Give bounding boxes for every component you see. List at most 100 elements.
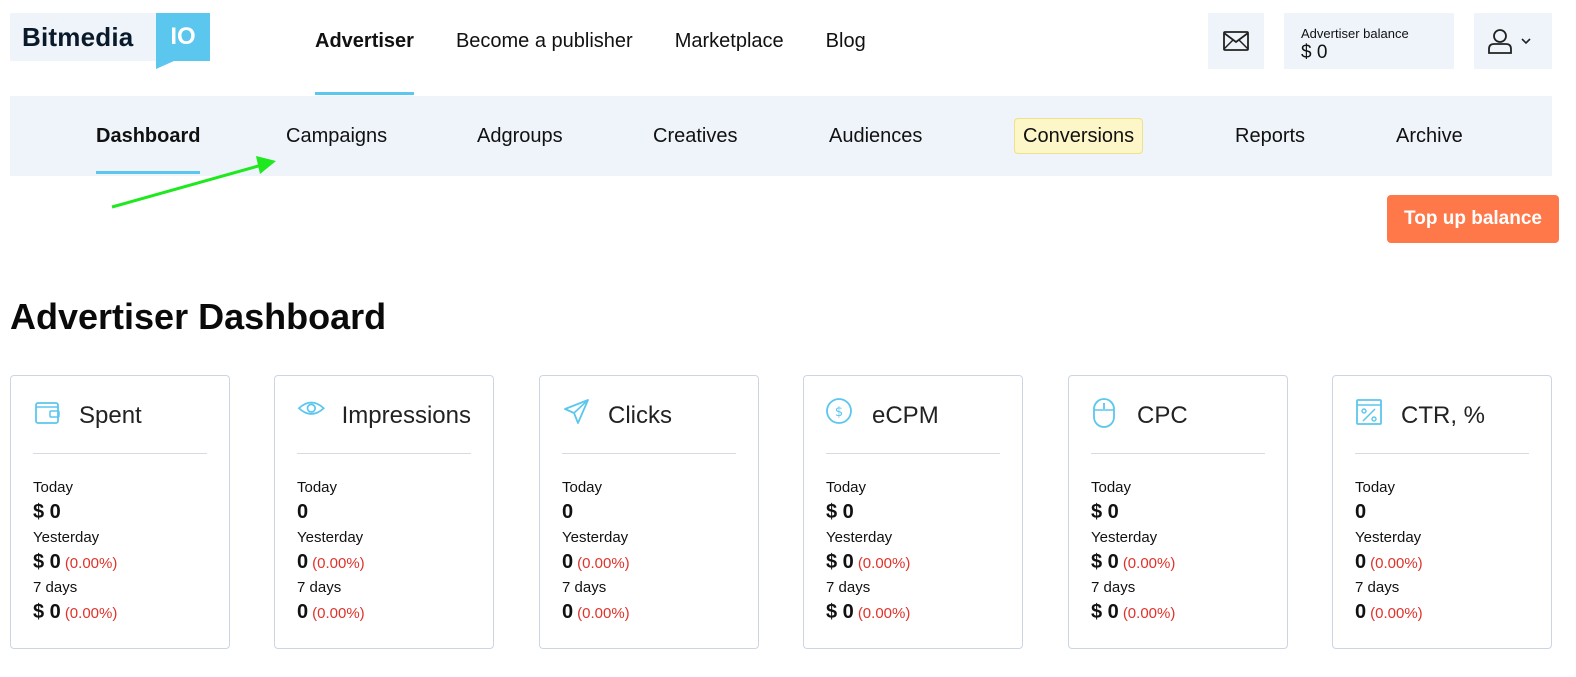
topnav-marketplace[interactable]: Marketplace	[675, 0, 784, 96]
stat-card-cpc: CPC Today $ 0 Yesterday $ 0 (0.00%) 7 day…	[1068, 375, 1288, 649]
messages-button[interactable]	[1208, 13, 1264, 69]
label-yesterday: Yesterday	[826, 529, 893, 546]
label-today: Today	[1355, 479, 1396, 496]
value-today-text: 0	[297, 501, 309, 523]
value-yesterday-text: $ 0	[33, 551, 61, 573]
value-yesterday: $ 0 (0.00%)	[1091, 547, 1175, 579]
card-header: Clicks	[562, 398, 736, 454]
label-7-days: 7 days	[1091, 579, 1136, 596]
topnav-blog[interactable]: Blog	[826, 0, 866, 96]
topnav-become-publisher[interactable]: Become a publisher	[456, 0, 633, 96]
tab-campaigns[interactable]: Campaigns	[286, 96, 387, 176]
balance-label: Advertiser balance	[1301, 26, 1409, 41]
value-today: $ 0	[1091, 497, 1175, 529]
label-yesterday: Yesterday	[297, 529, 364, 546]
wallet-icon	[35, 402, 60, 424]
user-menu-button[interactable]	[1474, 13, 1552, 69]
label-7-days: 7 days	[1355, 579, 1400, 596]
value-7-days: $ 0 (0.00%)	[1091, 597, 1175, 629]
card-title: Clicks	[608, 402, 672, 429]
change-7-days: (0.00%)	[857, 605, 911, 622]
change-7-days: (0.00%)	[312, 605, 365, 622]
card-body: Today 0 Yesterday 0 (0.00%) 7 days 0 (0.00…	[1355, 479, 1423, 629]
change-yesterday: (0.00%)	[1122, 555, 1176, 572]
change-yesterday: (0.00%)	[64, 555, 118, 572]
value-today-text: 0	[562, 501, 574, 523]
change-7-days: (0.00%)	[577, 605, 630, 622]
card-title: Impressions	[341, 402, 471, 429]
label-today: Today	[33, 479, 74, 496]
value-7-days: $ 0 (0.00%)	[826, 597, 910, 629]
label-7-days: 7 days	[826, 579, 871, 596]
advertiser-balance[interactable]: Advertiser balance $ 0	[1284, 13, 1454, 69]
value-today-text: $ 0	[1091, 501, 1119, 523]
card-header: Spent	[33, 398, 207, 454]
tab-archive[interactable]: Archive	[1396, 96, 1463, 176]
label-yesterday: Yesterday	[1355, 529, 1422, 546]
change-7-days: (0.00%)	[1370, 605, 1423, 622]
stat-card-ctr: CTR, % Today 0 Yesterday 0 (0.00%) 7 days…	[1332, 375, 1552, 649]
card-body: Today $ 0 Yesterday $ 0 (0.00%) 7 days $ …	[826, 479, 910, 629]
tab-conversions[interactable]: Conversions	[1014, 96, 1144, 176]
change-yesterday: (0.00%)	[577, 555, 630, 572]
label-yesterday: Yesterday	[1091, 529, 1158, 546]
card-header: CPC	[1091, 398, 1265, 454]
card-title: CPC	[1137, 402, 1188, 429]
page-title: Advertiser Dashboard	[10, 296, 387, 337]
value-today-text: $ 0	[826, 501, 854, 523]
top-nav: Advertiser Become a publisher Marketplac…	[315, 0, 908, 96]
label-today: Today	[562, 479, 603, 496]
change-yesterday: (0.00%)	[312, 555, 365, 572]
percent-window-icon	[1356, 399, 1382, 425]
change-yesterday: (0.00%)	[1370, 555, 1423, 572]
value-yesterday: $ 0 (0.00%)	[33, 547, 117, 579]
card-title: CTR, %	[1401, 402, 1485, 429]
value-today: 0	[297, 497, 365, 529]
value-7-days-text: 0	[297, 601, 309, 623]
chevron-down-icon	[1521, 38, 1531, 45]
tab-audiences[interactable]: Audiences	[829, 96, 922, 176]
card-header: $ eCPM	[826, 398, 1000, 454]
value-7-days-text: $ 0	[33, 601, 61, 623]
label-yesterday: Yesterday	[562, 529, 629, 546]
card-title: Spent	[79, 402, 142, 429]
value-7-days-text: 0	[562, 601, 574, 623]
logo-text: Bitmedia	[10, 13, 156, 61]
change-7-days: (0.00%)	[64, 605, 118, 622]
label-7-days: 7 days	[297, 579, 342, 596]
value-yesterday-text: 0	[297, 551, 309, 573]
value-7-days-text: 0	[1355, 601, 1367, 623]
card-header: Impressions	[297, 398, 471, 454]
tab-adgroups[interactable]: Adgroups	[477, 96, 563, 176]
paper-plane-icon	[564, 399, 589, 424]
card-header: CTR, %	[1355, 398, 1529, 454]
value-today: 0	[562, 497, 630, 529]
value-today-text: $ 0	[33, 501, 61, 523]
eye-icon	[297, 401, 325, 415]
value-7-days: 0 (0.00%)	[297, 597, 365, 629]
card-body: Today 0 Yesterday 0 (0.00%) 7 days 0 (0.00…	[562, 479, 630, 629]
value-today: $ 0	[826, 497, 910, 529]
label-today: Today	[826, 479, 867, 496]
tab-dashboard[interactable]: Dashboard	[96, 96, 201, 176]
top-header: Bitmedia IO Advertiser Become a publishe…	[0, 0, 1576, 96]
top-up-balance-button[interactable]: Top up balance	[1387, 195, 1559, 243]
value-yesterday: 0 (0.00%)	[1355, 547, 1423, 579]
tab-reports[interactable]: Reports	[1235, 96, 1305, 176]
value-today-text: 0	[1355, 501, 1367, 523]
label-7-days: 7 days	[562, 579, 607, 596]
label-7-days: 7 days	[33, 579, 78, 596]
envelope-icon	[1223, 31, 1249, 51]
advertiser-subnav: Dashboard Campaigns Adgroups Creatives A…	[10, 96, 1552, 176]
value-today: $ 0	[33, 497, 117, 529]
label-today: Today	[297, 479, 338, 496]
svg-text:$: $	[835, 405, 843, 420]
value-7-days: 0 (0.00%)	[562, 597, 630, 629]
topnav-advertiser[interactable]: Advertiser	[315, 0, 414, 96]
value-7-days: 0 (0.00%)	[1355, 597, 1423, 629]
value-yesterday-text: $ 0	[1091, 551, 1119, 573]
stat-card-spent: Spent Today $ 0 Yesterday $ 0 (0.00%) 7 d…	[10, 375, 230, 649]
tab-creatives[interactable]: Creatives	[653, 96, 737, 176]
label-today: Today	[1091, 479, 1132, 496]
value-yesterday: $ 0 (0.00%)	[826, 547, 910, 579]
